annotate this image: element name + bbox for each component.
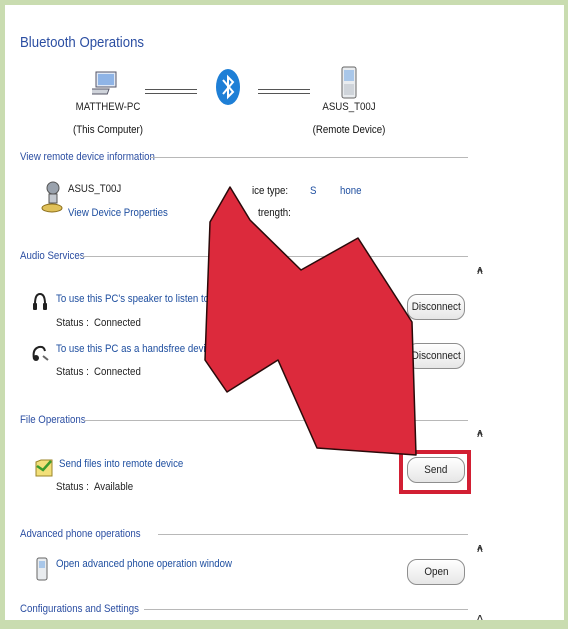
red-arrow-icon xyxy=(204,186,417,456)
